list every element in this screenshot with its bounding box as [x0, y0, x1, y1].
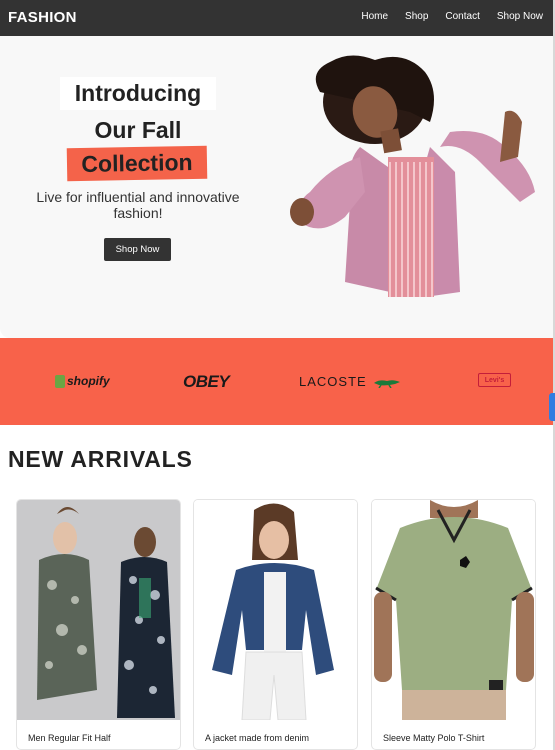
- product-name: Men Regular Fit Half: [28, 733, 111, 743]
- nav-link-shop-now[interactable]: Shop Now: [497, 11, 543, 22]
- brand-lacoste[interactable]: LACOSTE: [299, 374, 401, 389]
- product-card[interactable]: Sleeve Matty Polo T-Shirt: [371, 499, 536, 750]
- hero-shop-now-button[interactable]: Shop Now: [104, 238, 171, 261]
- brand-logo[interactable]: FASHION: [8, 9, 77, 26]
- product-name: A jacket made from denim: [205, 733, 310, 743]
- product-name: Sleeve Matty Polo T-Shirt: [383, 733, 485, 743]
- hero-model-photo: [290, 55, 535, 297]
- side-feedback-tab[interactable]: [549, 393, 555, 421]
- hero-title-line-2: Our Fall: [94, 117, 182, 143]
- top-navbar: FASHION Home Shop Contact Shop Now: [0, 0, 553, 36]
- new-arrivals-heading: NEW ARRIVALS: [8, 446, 193, 472]
- brand-shopify[interactable]: shopify: [55, 374, 110, 388]
- crocodile-icon: [373, 379, 400, 388]
- product-card[interactable]: Men Regular Fit Half: [16, 499, 181, 750]
- hero-title-line-3: Collection: [66, 145, 208, 182]
- shopify-bag-icon: [55, 374, 65, 388]
- product-card[interactable]: A jacket made from denim: [193, 499, 358, 750]
- hero-banner: Introducing Our Fall Collection Live for…: [0, 36, 553, 338]
- brand-levis[interactable]: Levi's: [478, 373, 511, 387]
- hero-title-line-1: Introducing: [60, 77, 216, 110]
- brand-partners-strip: shopify OBEY LACOSTE Levi's: [0, 338, 553, 425]
- nav-link-shop[interactable]: Shop: [405, 11, 428, 22]
- product-image: [17, 500, 180, 720]
- nav-link-home[interactable]: Home: [361, 11, 388, 22]
- hero-subtitle: Live for influential and innovative fash…: [36, 189, 240, 221]
- product-image: [372, 500, 535, 720]
- product-image: [194, 500, 357, 720]
- nav-menu: Home Shop Contact Shop Now: [344, 11, 543, 22]
- nav-link-contact[interactable]: Contact: [445, 11, 479, 22]
- brand-obey[interactable]: OBEY: [183, 372, 230, 392]
